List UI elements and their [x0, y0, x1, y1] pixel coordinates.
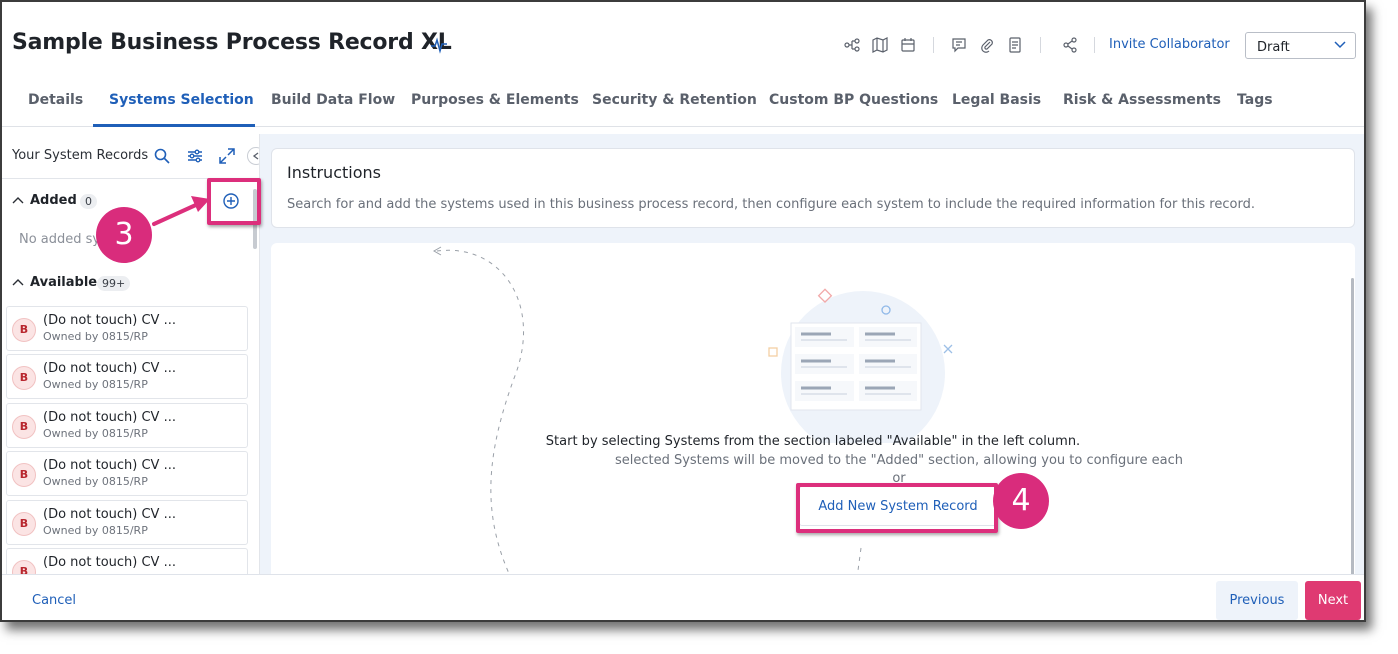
avatar: B — [12, 415, 36, 439]
avatar: B — [12, 318, 36, 342]
comment-icon[interactable] — [951, 37, 967, 53]
chevron-down-icon — [1334, 41, 1346, 49]
search-icon[interactable] — [153, 147, 171, 165]
system-name: (Do not touch) CV ... — [43, 361, 176, 376]
document-icon[interactable] — [1007, 37, 1023, 53]
app-window: Sample Business Process Record XL Invite… — [0, 0, 1366, 622]
instructions-card: Instructions Search for and add the syst… — [271, 148, 1355, 228]
collapse-sidebar-button[interactable] — [247, 147, 259, 165]
empty-state-submessage: selected Systems will be moved to the "A… — [614, 453, 1184, 468]
toolbar-divider — [1094, 37, 1095, 53]
avatar: B — [12, 512, 36, 536]
system-owner: Owned by 0815/RP — [43, 330, 148, 343]
chevron-up-icon — [12, 197, 24, 204]
chevron-left-icon — [252, 152, 259, 160]
system-list-item[interactable]: B (Do not touch) CV ... Owned by 0815/RP — [6, 451, 248, 496]
activity-pulse-icon[interactable] — [430, 36, 448, 54]
tab-purposes-elements[interactable]: Purposes & Elements — [411, 92, 579, 108]
system-list-item[interactable]: B (Do not touch) CV ... Owned by 0815/RP — [6, 500, 248, 545]
tab-systems-selection[interactable]: Systems Selection — [109, 92, 254, 108]
system-list-item[interactable]: B (Do not touch) CV ... Owned by 0815/RP — [6, 403, 248, 448]
system-owner: Owned by 0815/RP — [43, 427, 148, 440]
sidebar-title: Your System Records — [12, 148, 149, 163]
system-list-item[interactable]: B (Do not touch) CV ... — [6, 548, 248, 574]
system-list-item[interactable]: B (Do not touch) CV ... Owned by 0815/RP — [6, 306, 248, 351]
tab-security-retention[interactable]: Security & Retention — [592, 92, 757, 108]
active-tab-indicator — [93, 124, 255, 127]
available-count-badge: 99+ — [97, 276, 131, 291]
tab-legal-basis[interactable]: Legal Basis — [952, 92, 1041, 108]
avatar: B — [12, 366, 36, 390]
avatar: B — [12, 463, 36, 487]
empty-added-text: No added sy — [19, 232, 101, 247]
system-name: (Do not touch) CV ... — [43, 507, 176, 522]
avatar: B — [12, 560, 36, 574]
empty-state-message: Start by selecting Systems from the sect… — [545, 434, 1081, 449]
added-section-header[interactable]: Added — [12, 193, 77, 208]
system-name: (Do not touch) CV ... — [43, 555, 176, 570]
available-section-header[interactable]: Available — [12, 275, 97, 290]
flow-icon[interactable] — [844, 37, 860, 53]
step-3-highlight-box — [207, 178, 261, 225]
share-icon[interactable] — [1062, 37, 1078, 53]
tab-tags[interactable]: Tags — [1237, 92, 1273, 108]
step-4-highlight-box — [796, 483, 998, 533]
cancel-button[interactable]: Cancel — [32, 593, 76, 608]
status-select-value: Draft — [1257, 40, 1290, 55]
instructions-title: Instructions — [287, 163, 381, 182]
tab-risk-assessments[interactable]: Risk & Assessments — [1063, 92, 1221, 108]
attachment-icon[interactable] — [979, 37, 995, 53]
map-icon[interactable] — [872, 37, 888, 53]
invite-collaborator-link[interactable]: Invite Collaborator — [1109, 37, 1230, 52]
system-name: (Do not touch) CV ... — [43, 458, 176, 473]
tab-details[interactable]: Details — [28, 92, 83, 108]
tab-custom-bp-questions[interactable]: Custom BP Questions — [769, 92, 938, 108]
added-section-label: Added — [30, 193, 77, 208]
footer-bar: Cancel Previous Next — [2, 574, 1364, 620]
filter-icon[interactable] — [186, 147, 204, 165]
system-owner: Owned by 0815/RP — [43, 475, 148, 488]
chevron-up-icon — [12, 279, 24, 286]
system-name: (Do not touch) CV ... — [43, 313, 176, 328]
tab-bar: Details Systems Selection Build Data Flo… — [2, 78, 1364, 127]
calendar-icon[interactable] — [900, 37, 916, 53]
status-select[interactable]: Draft — [1245, 32, 1356, 59]
toolbar-divider — [1040, 37, 1041, 53]
system-owner: Owned by 0815/RP — [43, 378, 148, 391]
panel-scrollbar[interactable] — [1351, 278, 1354, 578]
empty-state-illustration — [768, 288, 953, 443]
next-button[interactable]: Next — [1305, 581, 1361, 620]
step-3-badge: 3 — [96, 207, 152, 263]
page-title: Sample Business Process Record XL — [12, 30, 452, 55]
tab-build-data-flow[interactable]: Build Data Flow — [271, 92, 395, 108]
added-count-badge: 0 — [80, 194, 97, 209]
step-4-badge: 4 — [993, 473, 1049, 529]
previous-button[interactable]: Previous — [1216, 581, 1298, 620]
system-owner: Owned by 0815/RP — [43, 524, 148, 537]
system-list-item[interactable]: B (Do not touch) CV ... Owned by 0815/RP — [6, 354, 248, 399]
available-section-label: Available — [30, 275, 98, 290]
toolbar-divider — [933, 37, 934, 53]
instructions-text: Search for and add the systems used in t… — [287, 197, 1255, 212]
system-name: (Do not touch) CV ... — [43, 410, 176, 425]
step-3-arrow-icon — [152, 196, 210, 226]
expand-icon[interactable] — [218, 147, 236, 165]
